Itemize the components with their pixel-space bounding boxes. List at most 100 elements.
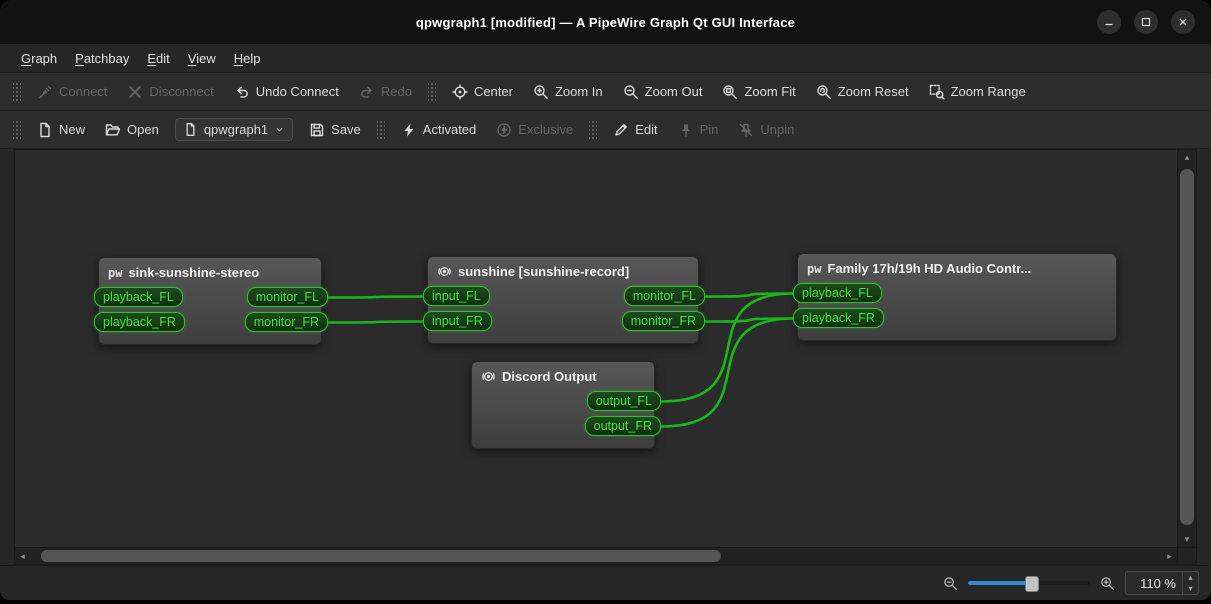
disconnect-button: Disconnect (118, 79, 222, 105)
title-bar[interactable]: qpwgraph1 [modified] — A PipeWire Graph … (0, 0, 1211, 44)
zoom-slider[interactable] (968, 575, 1090, 591)
horizontal-scroll-track[interactable] (30, 548, 1162, 564)
exclusive-button: Exclusive (487, 117, 582, 143)
graph-canvas[interactable]: pwsink-sunshine-stereoplayback_FLmonitor… (14, 149, 1178, 548)
pin-button: Pin (669, 117, 728, 143)
vertical-scroll-thumb[interactable] (1180, 169, 1194, 525)
patchbay-profile-combo[interactable]: qpwgraph1 (175, 118, 293, 141)
zoom-out-icon[interactable] (943, 576, 958, 591)
toolbar-button-label: Pin (700, 122, 719, 137)
slider-fill (968, 581, 1031, 585)
port-monitor_FL[interactable]: monitor_FL (247, 287, 328, 307)
edit-icon (613, 122, 629, 138)
open-button[interactable]: Open (96, 117, 168, 143)
open-icon (105, 122, 121, 138)
zoom-spinbox[interactable]: 110 % ▴ ▾ (1125, 571, 1199, 595)
scroll-left-button[interactable]: ◂ (15, 548, 30, 564)
toolbar-handle[interactable] (13, 120, 21, 140)
node-family-audio[interactable]: pwFamily 17h/19h HD Audio Contr...playba… (797, 253, 1117, 341)
connect-icon (37, 84, 53, 100)
toolbar-button-label: Activated (423, 122, 476, 137)
port-playback_FR[interactable]: playback_FR (793, 308, 884, 328)
undo-connect-button[interactable]: Undo Connect (225, 79, 348, 105)
toolbar-handle[interactable] (377, 120, 385, 140)
node-title: sunshine [sunshine-record] (458, 264, 629, 279)
new-button[interactable]: New (28, 117, 94, 143)
node-header[interactable]: pwsink-sunshine-stereo (99, 258, 321, 283)
port-output_FL[interactable]: output_FL (587, 391, 661, 411)
toolbar-button-label: Open (127, 122, 159, 137)
port-monitor_FL[interactable]: monitor_FL (624, 286, 705, 306)
zoom-fit-button[interactable]: Zoom Fit (713, 79, 804, 105)
zoom-in-button[interactable]: Zoom In (524, 79, 612, 105)
pipewire-icon: pw (108, 267, 122, 279)
horizontal-scrollbar[interactable]: ◂ ▸ (14, 548, 1178, 565)
toolbar-button-label: Connect (59, 84, 107, 99)
vertical-scrollbar[interactable]: ▴ ▾ (1178, 149, 1197, 548)
scroll-down-button[interactable]: ▾ (1178, 532, 1196, 547)
center-button[interactable]: Center (443, 79, 522, 105)
node-header[interactable]: pwFamily 17h/19h HD Audio Contr... (798, 254, 1116, 279)
menu-help[interactable]: Help (225, 44, 270, 72)
toolbar-button-label: Zoom Range (951, 84, 1026, 99)
scroll-up-button[interactable]: ▴ (1178, 150, 1196, 165)
maximize-button[interactable] (1134, 10, 1158, 34)
zoom-range-button[interactable]: Zoom Range (920, 79, 1035, 105)
port-monitor_FR[interactable]: monitor_FR (245, 312, 328, 332)
unpin-button: Unpin (729, 117, 803, 143)
toolbar-handle[interactable] (589, 120, 597, 140)
toolbar-button-label: Zoom Reset (838, 84, 909, 99)
connection-monitor_FL-to-input_FL[interactable] (329, 297, 424, 298)
exclusive-icon (496, 122, 512, 138)
vertical-scroll-track[interactable] (1178, 165, 1196, 532)
node-header[interactable]: Discord Output (472, 362, 654, 387)
menu-graph[interactable]: Graph (12, 44, 66, 72)
zoom-out-icon (623, 84, 639, 100)
spin-up-button[interactable]: ▴ (1183, 572, 1198, 583)
menu-view[interactable]: View (179, 44, 225, 72)
port-output_FR[interactable]: output_FR (585, 416, 661, 436)
connection-monitor_FR-to-input_FR[interactable] (329, 322, 424, 323)
activated-button[interactable]: Activated (392, 117, 485, 143)
port-playback_FR[interactable]: playback_FR (94, 312, 185, 332)
toolbar-handle[interactable] (428, 82, 436, 102)
node-discord-output[interactable]: Discord Outputoutput_FLoutput_FR (471, 361, 655, 449)
slider-handle[interactable] (1025, 576, 1039, 592)
app-window: qpwgraph1 [modified] — A PipeWire Graph … (0, 0, 1211, 600)
node-sunshine[interactable]: sunshine [sunshine-record]input_FLmonito… (427, 256, 699, 344)
graph-toolbar: ConnectDisconnectUndo ConnectRedoCenterZ… (0, 73, 1211, 111)
new-icon (37, 122, 53, 138)
spin-down-button[interactable]: ▾ (1183, 583, 1198, 594)
undo-icon (234, 84, 250, 100)
port-input_FR[interactable]: input_FR (423, 311, 492, 331)
save-button[interactable]: Save (300, 117, 370, 143)
menu-patchbay[interactable]: Patchbay (66, 44, 138, 72)
port-playback_FL[interactable]: playback_FL (94, 287, 183, 307)
connection-monitor_FL-to-playback_FL[interactable] (706, 294, 794, 297)
connection-monitor_FR-to-playback_FR[interactable] (706, 319, 794, 322)
redo-button: Redo (350, 79, 421, 105)
node-header[interactable]: sunshine [sunshine-record] (428, 257, 698, 282)
close-button[interactable] (1171, 10, 1195, 34)
edit-button[interactable]: Edit (604, 117, 666, 143)
toolbar-button-label: Zoom Fit (744, 84, 795, 99)
menu-edit[interactable]: Edit (138, 44, 178, 72)
toolbar-button-label: Save (331, 122, 361, 137)
zoom-out-button[interactable]: Zoom Out (614, 79, 712, 105)
main-area: pwsink-sunshine-stereoplayback_FLmonitor… (0, 149, 1211, 565)
redo-icon (359, 84, 375, 100)
scroll-right-button[interactable]: ▸ (1162, 548, 1177, 564)
toolbar-handle[interactable] (13, 82, 21, 102)
node-sink-sunshine-stereo[interactable]: pwsink-sunshine-stereoplayback_FLmonitor… (98, 257, 322, 345)
zoom-value: 110 % (1126, 576, 1182, 591)
zoom-reset-button[interactable]: Zoom Reset (807, 79, 918, 105)
port-monitor_FR[interactable]: monitor_FR (622, 311, 705, 331)
port-input_FL[interactable]: input_FL (423, 286, 490, 306)
zoom-in-icon[interactable] (1100, 576, 1115, 591)
zoom-range-icon (929, 84, 945, 100)
record-icon (481, 369, 496, 384)
port-playback_FL[interactable]: playback_FL (793, 283, 882, 303)
disconnect-icon (127, 84, 143, 100)
minimize-button[interactable] (1097, 10, 1121, 34)
horizontal-scroll-thumb[interactable] (41, 550, 720, 562)
